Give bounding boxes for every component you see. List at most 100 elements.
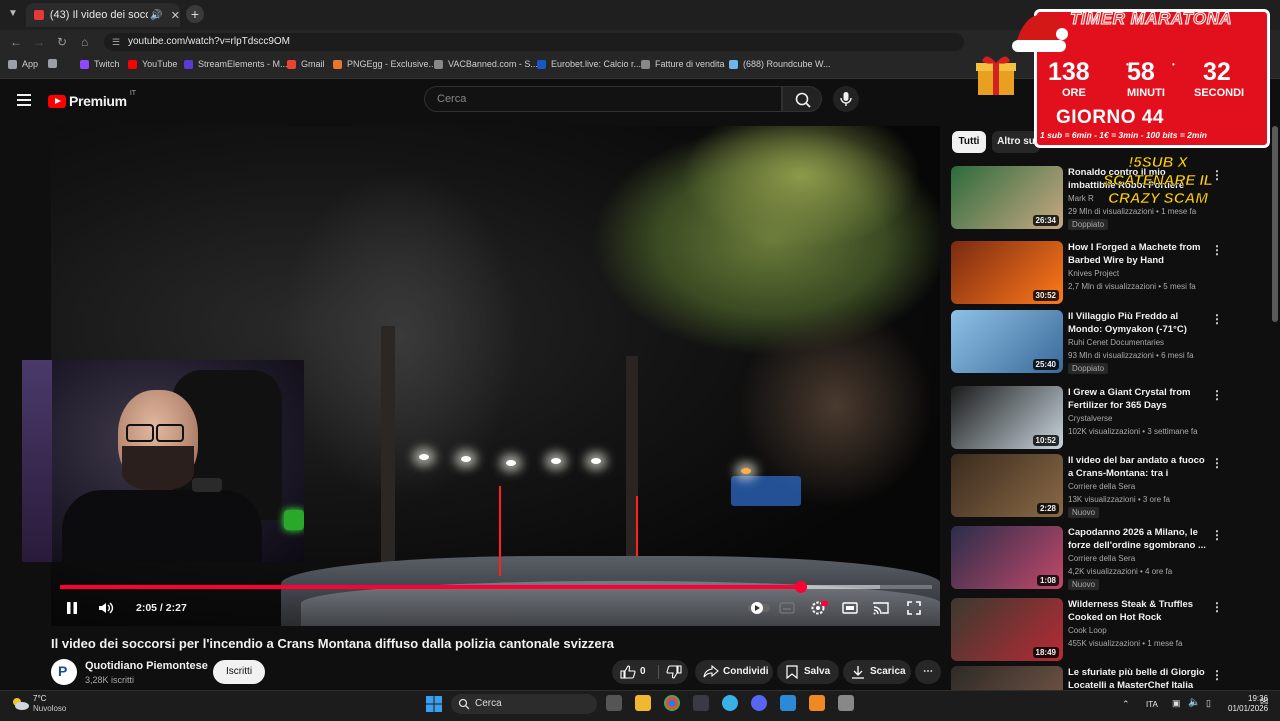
recommended-video[interactable]: 30:52 How I Forged a Machete from Barbed … bbox=[951, 241, 1271, 307]
video-thumbnail[interactable] bbox=[951, 666, 1063, 690]
notification-bell-icon[interactable]: ✉ bbox=[1260, 697, 1268, 708]
recommended-channel-name[interactable]: Ruhi Cenet Documentaries bbox=[1068, 338, 1164, 347]
tab-close-icon[interactable]: ✕ bbox=[171, 9, 180, 22]
home-icon[interactable]: ⌂ bbox=[81, 35, 88, 49]
more-actions-button[interactable]: ⋯ bbox=[915, 660, 941, 684]
video-thumbnail[interactable]: 10:52 bbox=[951, 386, 1063, 449]
bookmark-item[interactable]: Gmail bbox=[287, 59, 325, 69]
chip-more-from[interactable]: Altro su bbox=[992, 131, 1040, 153]
hamburger-menu-icon[interactable] bbox=[17, 94, 31, 106]
bookmark-item[interactable]: YouTube bbox=[128, 59, 177, 69]
share-button[interactable]: Condividi bbox=[695, 660, 773, 684]
recommended-video-title[interactable]: I Grew a Giant Crystal from Fertilizer f… bbox=[1068, 386, 1208, 412]
download-button[interactable]: Scarica bbox=[843, 660, 911, 684]
recommended-video[interactable]: 10:52 I Grew a Giant Crystal from Fertili… bbox=[951, 386, 1271, 452]
bookmark-item[interactable]: (688) Roundcube W... bbox=[729, 59, 831, 69]
video-thumbnail[interactable]: 18:49 bbox=[951, 598, 1063, 661]
bookmark-item[interactable]: StreamElements - M... bbox=[184, 59, 288, 69]
recommended-video-title[interactable]: Le sfuriate più belle di Giorgio Locatel… bbox=[1068, 666, 1208, 690]
video-thumbnail[interactable]: 2:28 bbox=[951, 454, 1063, 517]
battery-icon[interactable]: ▯ bbox=[1206, 698, 1211, 709]
weather-temperature[interactable]: 7°C bbox=[33, 694, 46, 703]
tray-chevron-up-icon[interactable]: ⌃ bbox=[1122, 699, 1130, 710]
discord-icon[interactable] bbox=[751, 695, 767, 711]
recommended-channel-name[interactable]: Corriere della Sera bbox=[1068, 482, 1135, 491]
chip-all[interactable]: Tutti bbox=[952, 131, 986, 153]
recommended-video[interactable]: 25:40 Il Villaggio Più Freddo al Mondo: O… bbox=[951, 310, 1271, 376]
fullscreen-button[interactable] bbox=[906, 600, 922, 616]
language-indicator[interactable]: ITA bbox=[1146, 700, 1158, 709]
taskbar-search-box[interactable]: Cerca bbox=[451, 694, 597, 714]
recommended-channel-name[interactable]: Knives Project bbox=[1068, 269, 1119, 278]
task-view-icon[interactable] bbox=[606, 695, 622, 711]
subtitles-button[interactable] bbox=[779, 600, 795, 616]
recommended-video[interactable]: 2:28 Il video del bar andato a fuoco a Cr… bbox=[951, 454, 1271, 520]
search-input[interactable]: Cerca bbox=[424, 86, 782, 112]
more-vertical-icon[interactable]: ⋮ bbox=[1211, 528, 1223, 542]
speaker-icon[interactable]: 🔈 bbox=[1188, 697, 1200, 708]
browser-icon[interactable] bbox=[722, 695, 738, 711]
bookmark-item[interactable]: Eurobet.live: Calcio r... bbox=[537, 59, 641, 69]
autoplay-toggle[interactable] bbox=[747, 600, 771, 616]
bookmark-item[interactable] bbox=[48, 59, 62, 68]
calculator-icon[interactable] bbox=[838, 695, 854, 711]
video-thumbnail[interactable]: 25:40 bbox=[951, 310, 1063, 373]
back-arrow-icon[interactable]: ← bbox=[10, 35, 22, 49]
bookmark-item[interactable]: Fatture di vendita bbox=[641, 59, 725, 69]
video-thumbnail[interactable]: 26:34 bbox=[951, 166, 1063, 229]
file-explorer-icon[interactable] bbox=[635, 695, 651, 711]
voice-search-button[interactable] bbox=[833, 86, 859, 112]
video-thumbnail[interactable]: 1:08 bbox=[951, 526, 1063, 589]
channel-name[interactable]: Quotidiano Piemontese bbox=[85, 660, 208, 672]
bookmark-item[interactable]: App bbox=[8, 59, 38, 69]
browser-tab-active[interactable]: (43) Il video dei soccorsi pe 🔊 ✕ bbox=[26, 3, 180, 27]
new-tab-button[interactable]: + bbox=[186, 5, 204, 23]
forward-arrow-icon[interactable]: → bbox=[33, 35, 45, 49]
chrome-icon[interactable] bbox=[664, 695, 680, 711]
app-icon[interactable] bbox=[693, 695, 709, 711]
more-vertical-icon[interactable]: ⋮ bbox=[1211, 456, 1223, 470]
url-field[interactable]: ☰ youtube.com/watch?v=rlpTdscc9OM bbox=[104, 33, 964, 51]
recommended-channel-name[interactable]: Cook Loop bbox=[1068, 626, 1107, 635]
weather-description[interactable]: Nuvoloso bbox=[33, 704, 66, 713]
subscribed-button[interactable]: Iscritti bbox=[213, 660, 265, 684]
like-button[interactable]: 0 bbox=[612, 660, 658, 684]
recommended-video-title[interactable]: Il video del bar andato a fuoco a Crans-… bbox=[1068, 454, 1208, 480]
more-vertical-icon[interactable]: ⋮ bbox=[1211, 388, 1223, 402]
recommended-channel-name[interactable]: Crystalverse bbox=[1068, 414, 1112, 423]
volume-button[interactable] bbox=[97, 600, 115, 616]
settings-button[interactable] bbox=[810, 600, 828, 616]
more-vertical-icon[interactable]: ⋮ bbox=[1211, 600, 1223, 614]
dislike-button[interactable] bbox=[664, 660, 688, 684]
bookmark-item[interactable]: Twitch bbox=[80, 59, 120, 69]
bookmark-item[interactable]: PNGEgg - Exclusive... bbox=[333, 59, 436, 69]
bookmark-item[interactable]: VACBanned.com - S... bbox=[434, 59, 538, 69]
app-icon[interactable] bbox=[780, 695, 796, 711]
cast-button[interactable] bbox=[873, 600, 889, 616]
video-thumbnail[interactable]: 30:52 bbox=[951, 241, 1063, 304]
recommended-video-title[interactable]: How I Forged a Machete from Barbed Wire … bbox=[1068, 241, 1208, 267]
page-scrollbar[interactable] bbox=[1272, 126, 1278, 322]
windows-start-button[interactable] bbox=[426, 696, 442, 717]
reload-icon[interactable]: ↻ bbox=[57, 35, 67, 49]
channel-avatar[interactable] bbox=[51, 659, 77, 685]
network-icon[interactable]: ▣ bbox=[1172, 698, 1181, 709]
tab-list-chevron-icon[interactable]: ▼ bbox=[8, 8, 18, 19]
site-info-icon[interactable]: ☰ bbox=[112, 33, 120, 51]
recommended-video-title[interactable]: Il Villaggio Più Freddo al Mondo: Oymyak… bbox=[1068, 310, 1208, 336]
recommended-video-title[interactable]: Capodanno 2026 a Milano, le forze dell'o… bbox=[1068, 526, 1208, 552]
more-vertical-icon[interactable]: ⋮ bbox=[1211, 243, 1223, 257]
save-button[interactable]: Salva bbox=[777, 660, 839, 684]
recommended-video[interactable]: Le sfuriate più belle di Giorgio Locatel… bbox=[951, 666, 1271, 690]
tab-audio-icon[interactable]: 🔊 bbox=[150, 10, 162, 21]
recommended-channel-name[interactable]: Corriere della Sera bbox=[1068, 554, 1135, 563]
youtube-premium-logo[interactable]: Premium IT bbox=[48, 90, 136, 109]
recommended-video[interactable]: 1:08 Capodanno 2026 a Milano, le forze de… bbox=[951, 526, 1271, 592]
theater-mode-button[interactable] bbox=[842, 600, 858, 616]
vlc-icon[interactable] bbox=[809, 695, 825, 711]
more-vertical-icon[interactable]: ⋮ bbox=[1211, 668, 1223, 682]
search-button[interactable] bbox=[782, 86, 822, 112]
recommended-video-title[interactable]: Wilderness Steak & Truffles Cooked on Ho… bbox=[1068, 598, 1208, 624]
more-vertical-icon[interactable]: ⋮ bbox=[1211, 312, 1223, 326]
pause-button[interactable] bbox=[65, 600, 79, 616]
